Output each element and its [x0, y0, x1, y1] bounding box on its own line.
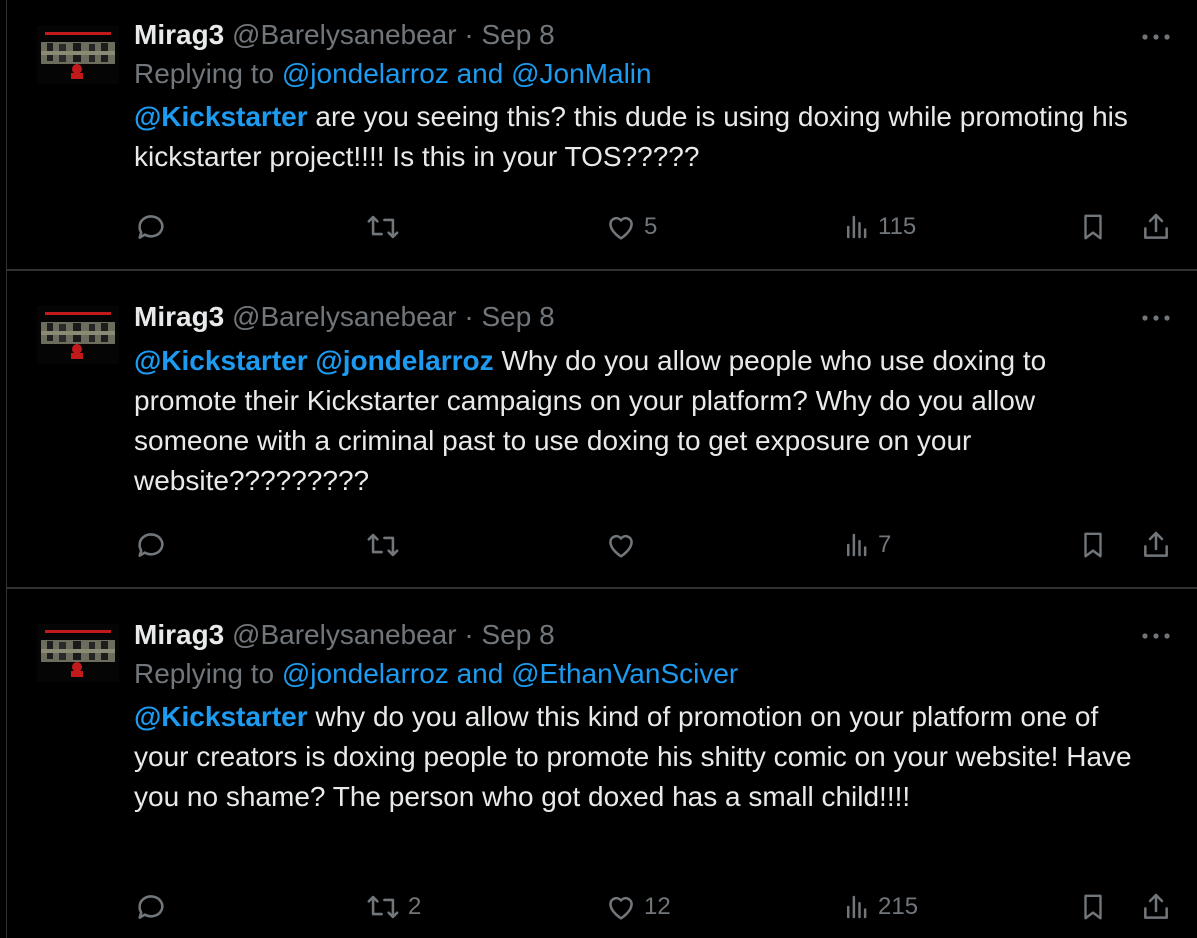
view-count: 7	[878, 531, 892, 558]
band-logo-avatar-icon	[37, 306, 119, 364]
share-icon	[1144, 213, 1168, 239]
tweet-date[interactable]: Sep 8	[481, 619, 554, 650]
user-handle[interactable]: @Barelysanebear	[232, 19, 457, 50]
reply-button[interactable]	[134, 207, 174, 247]
mention-kickstarter[interactable]: @Kickstarter	[134, 701, 308, 732]
reply-and[interactable]: and	[449, 58, 511, 89]
more-options-button[interactable]	[1141, 311, 1171, 323]
bookmark-icon	[1084, 214, 1102, 240]
heart-icon	[609, 896, 633, 920]
view-count: 115	[878, 213, 917, 240]
heart-icon	[609, 534, 633, 558]
mention-kickstarter[interactable]: @Kickstarter	[134, 345, 308, 376]
separator-dot: ·	[464, 301, 474, 332]
more-horizontal-icon	[1142, 34, 1170, 40]
share-button[interactable]	[1140, 887, 1172, 927]
more-options-button[interactable]	[1141, 629, 1171, 641]
like-button[interactable]: 12	[604, 887, 671, 927]
tweet-text: @Kickstarter are you seeing this? this d…	[134, 97, 1137, 177]
mention-kickstarter[interactable]: @Kickstarter	[134, 101, 308, 132]
more-options-button[interactable]	[1141, 30, 1171, 42]
like-count: 5	[644, 213, 658, 240]
band-logo-avatar-icon	[37, 26, 119, 84]
user-handle[interactable]: @Barelysanebear	[232, 301, 457, 332]
share-button[interactable]	[1140, 525, 1172, 565]
display-name[interactable]: Mirag3	[134, 619, 224, 650]
retweet-button[interactable]	[364, 207, 408, 247]
reply-button[interactable]	[134, 525, 174, 565]
bookmark-button[interactable]	[1078, 887, 1108, 927]
retweet-button[interactable]: 2	[364, 887, 421, 927]
tweet-content: Mirag3 @Barelysanebear · Sep 8 @Kickstar…	[134, 299, 1137, 501]
view-count: 215	[878, 893, 919, 920]
reply-icon	[138, 215, 164, 239]
views-bar-chart-icon	[847, 533, 867, 557]
reply-mention-1[interactable]: @jondelarroz	[282, 58, 449, 89]
replying-to-label: Replying to	[134, 658, 282, 689]
reply-button[interactable]	[134, 887, 174, 927]
tweet-header: Mirag3 @Barelysanebear · Sep 8	[134, 17, 1137, 53]
retweet-icon	[367, 533, 399, 557]
retweet-icon	[367, 895, 399, 919]
like-button[interactable]	[604, 525, 644, 565]
tweet-content: Mirag3 @Barelysanebear · Sep 8 Replying …	[134, 617, 1137, 817]
reply-mention-1[interactable]: @jondelarroz	[282, 658, 449, 689]
share-icon	[1144, 531, 1168, 557]
avatar[interactable]	[37, 624, 119, 682]
tweet-actions: 5 115	[134, 207, 1174, 247]
like-count: 12	[644, 893, 671, 920]
tweet-text: @Kickstarter @jondelarroz Why do you all…	[134, 341, 1137, 501]
retweet-button[interactable]	[364, 525, 408, 565]
replying-to: Replying to @jondelarroz and @JonMalin	[134, 53, 1137, 95]
bookmark-icon	[1084, 532, 1102, 558]
tweet-date[interactable]: Sep 8	[481, 301, 554, 332]
like-button[interactable]: 5	[604, 207, 657, 247]
display-name[interactable]: Mirag3	[134, 301, 224, 332]
tweet-actions: 2 12 215	[134, 887, 1174, 927]
bookmark-button[interactable]	[1078, 207, 1108, 247]
views-button[interactable]: 215	[842, 887, 918, 927]
heart-icon	[609, 216, 633, 240]
tweet-header: Mirag3 @Barelysanebear · Sep 8	[134, 617, 1137, 653]
more-horizontal-icon	[1142, 633, 1170, 639]
mention-jondelarroz[interactable]: @jondelarroz	[315, 345, 493, 376]
reply-icon	[138, 533, 164, 557]
separator-dot: ·	[464, 19, 474, 50]
tweet-content: Mirag3 @Barelysanebear · Sep 8 Replying …	[134, 17, 1137, 177]
separator-dot: ·	[464, 619, 474, 650]
bookmark-icon	[1084, 894, 1102, 920]
band-logo-avatar-icon	[37, 624, 119, 682]
more-horizontal-icon	[1142, 315, 1170, 321]
reply-and[interactable]: and	[449, 658, 511, 689]
tweet-header: Mirag3 @Barelysanebear · Sep 8	[134, 299, 1137, 335]
share-button[interactable]	[1140, 207, 1172, 247]
views-button[interactable]: 115	[842, 207, 916, 247]
tweet-3[interactable]: Mirag3 @Barelysanebear · Sep 8 Replying …	[7, 589, 1197, 938]
views-bar-chart-icon	[847, 215, 867, 239]
tweet-actions: 7	[134, 525, 1174, 565]
avatar[interactable]	[37, 306, 119, 364]
reply-mention-2[interactable]: @EthanVanSciver	[511, 658, 738, 689]
replying-to: Replying to @jondelarroz and @EthanVanSc…	[134, 653, 1137, 695]
reply-icon	[138, 895, 164, 919]
views-bar-chart-icon	[847, 895, 867, 919]
retweet-count: 2	[408, 893, 422, 920]
reply-mention-2[interactable]: @JonMalin	[511, 58, 651, 89]
tweet-1[interactable]: Mirag3 @Barelysanebear · Sep 8 Replying …	[7, 0, 1197, 271]
tweet-text: @Kickstarter why do you allow this kind …	[134, 697, 1137, 817]
retweet-icon	[367, 215, 399, 239]
bookmark-button[interactable]	[1078, 525, 1108, 565]
user-handle[interactable]: @Barelysanebear	[232, 619, 457, 650]
replying-to-label: Replying to	[134, 58, 282, 89]
display-name[interactable]: Mirag3	[134, 19, 224, 50]
avatar[interactable]	[37, 26, 119, 84]
tweet-date[interactable]: Sep 8	[481, 19, 554, 50]
share-icon	[1144, 893, 1168, 919]
tweet-2[interactable]: Mirag3 @Barelysanebear · Sep 8 @Kickstar…	[7, 271, 1197, 589]
views-button[interactable]: 7	[842, 525, 891, 565]
